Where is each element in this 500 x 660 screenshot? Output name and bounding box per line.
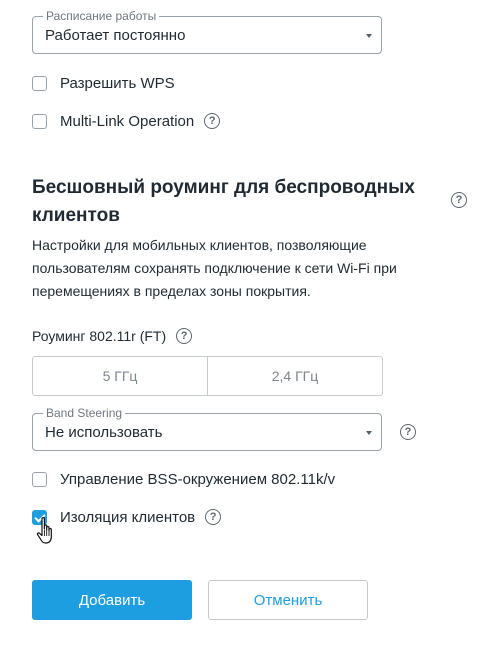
help-icon[interactable]: ? <box>204 113 221 129</box>
chevron-down-icon <box>366 34 372 38</box>
help-icon[interactable]: ? <box>451 192 467 208</box>
bss-checkbox[interactable] <box>32 471 47 487</box>
band-steering-label: Band Steering <box>43 406 126 420</box>
chevron-down-icon <box>366 431 372 435</box>
bss-option[interactable]: Управление BSS-окружением 802.11k/v <box>32 469 335 489</box>
band-selector: 5 ГГц 2,4 ГГц <box>32 356 383 396</box>
cancel-button[interactable]: Отменить <box>208 580 368 620</box>
mlo-option[interactable]: Multi-Link Operation ? <box>32 111 221 131</box>
mlo-label: Multi-Link Operation <box>60 112 195 130</box>
roaming-description: Настройки для мобильных клиентов, позвол… <box>32 237 397 299</box>
help-icon[interactable]: ? <box>176 328 193 344</box>
mlo-checkbox[interactable] <box>32 113 47 129</box>
hand-pointer-cursor-icon <box>36 517 52 544</box>
schedule-select-value: Работает постоянно <box>45 27 186 44</box>
bss-label: Управление BSS-окружением 802.11k/v <box>60 470 336 488</box>
schedule-select[interactable]: Расписание работы Работает постоянно <box>32 9 382 54</box>
band-steering-select[interactable]: Band Steering Не использовать <box>32 406 382 451</box>
schedule-select-label: Расписание работы <box>43 9 160 23</box>
wps-option[interactable]: Разрешить WPS <box>32 73 175 93</box>
ft-roaming-label-row: Роуминг 802.11r (FT) ? <box>32 328 193 344</box>
help-icon[interactable]: ? <box>400 424 416 440</box>
band-5ghz-button[interactable]: 5 ГГц <box>33 357 207 395</box>
wps-checkbox[interactable] <box>32 75 47 91</box>
isolation-option[interactable]: Изоляция клиентов ? <box>32 507 222 527</box>
band-24ghz-button[interactable]: 2,4 ГГц <box>207 357 382 395</box>
band-steering-value: Не использовать <box>45 424 163 441</box>
add-button[interactable]: Добавить <box>32 580 192 620</box>
ft-roaming-label: Роуминг 802.11r (FT) <box>32 328 167 344</box>
roaming-section-title: Бесшовный роуминг для беспроводных клиен… <box>32 177 415 226</box>
help-icon[interactable]: ? <box>205 509 222 525</box>
wps-label: Разрешить WPS <box>60 74 175 92</box>
isolation-label: Изоляция клиентов <box>60 508 196 526</box>
